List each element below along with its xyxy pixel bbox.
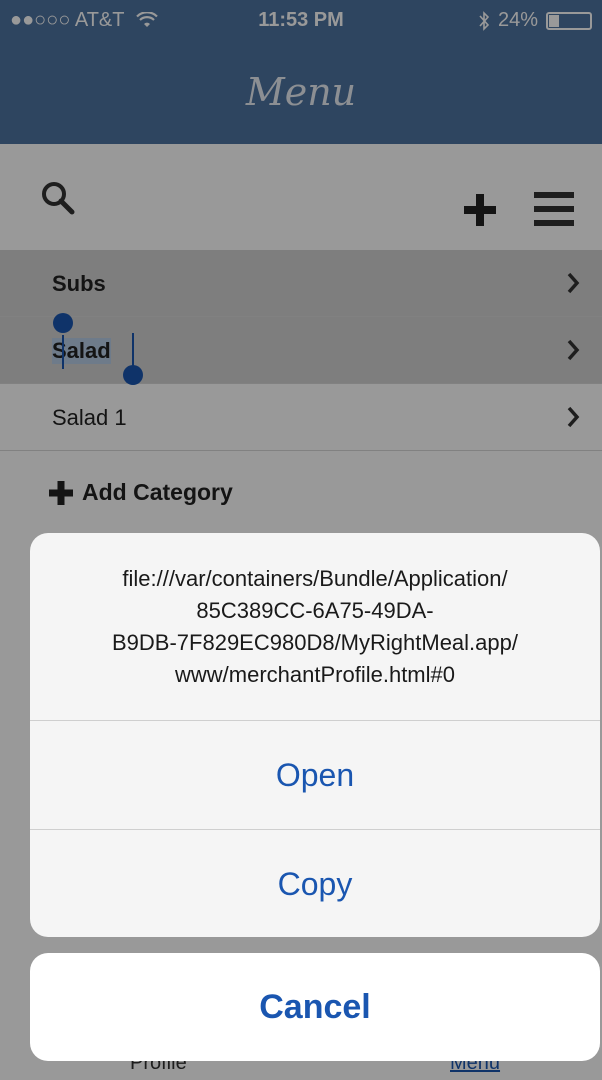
open-button[interactable]: Open bbox=[30, 721, 600, 830]
message-line: www/merchantProfile.html#0 bbox=[175, 662, 455, 687]
copy-button[interactable]: Copy bbox=[30, 830, 600, 937]
action-sheet-message: file:///var/containers/Bundle/Applicatio… bbox=[30, 533, 600, 721]
message-line: 85C389CC-6A75-49DA- bbox=[196, 598, 434, 623]
cancel-button[interactable]: Cancel bbox=[30, 953, 600, 1061]
message-line: file:///var/containers/Bundle/Applicatio… bbox=[122, 566, 508, 591]
message-line: B9DB-7F829EC980D8/MyRightMeal.app/ bbox=[112, 630, 518, 655]
action-sheet: file:///var/containers/Bundle/Applicatio… bbox=[30, 533, 600, 937]
